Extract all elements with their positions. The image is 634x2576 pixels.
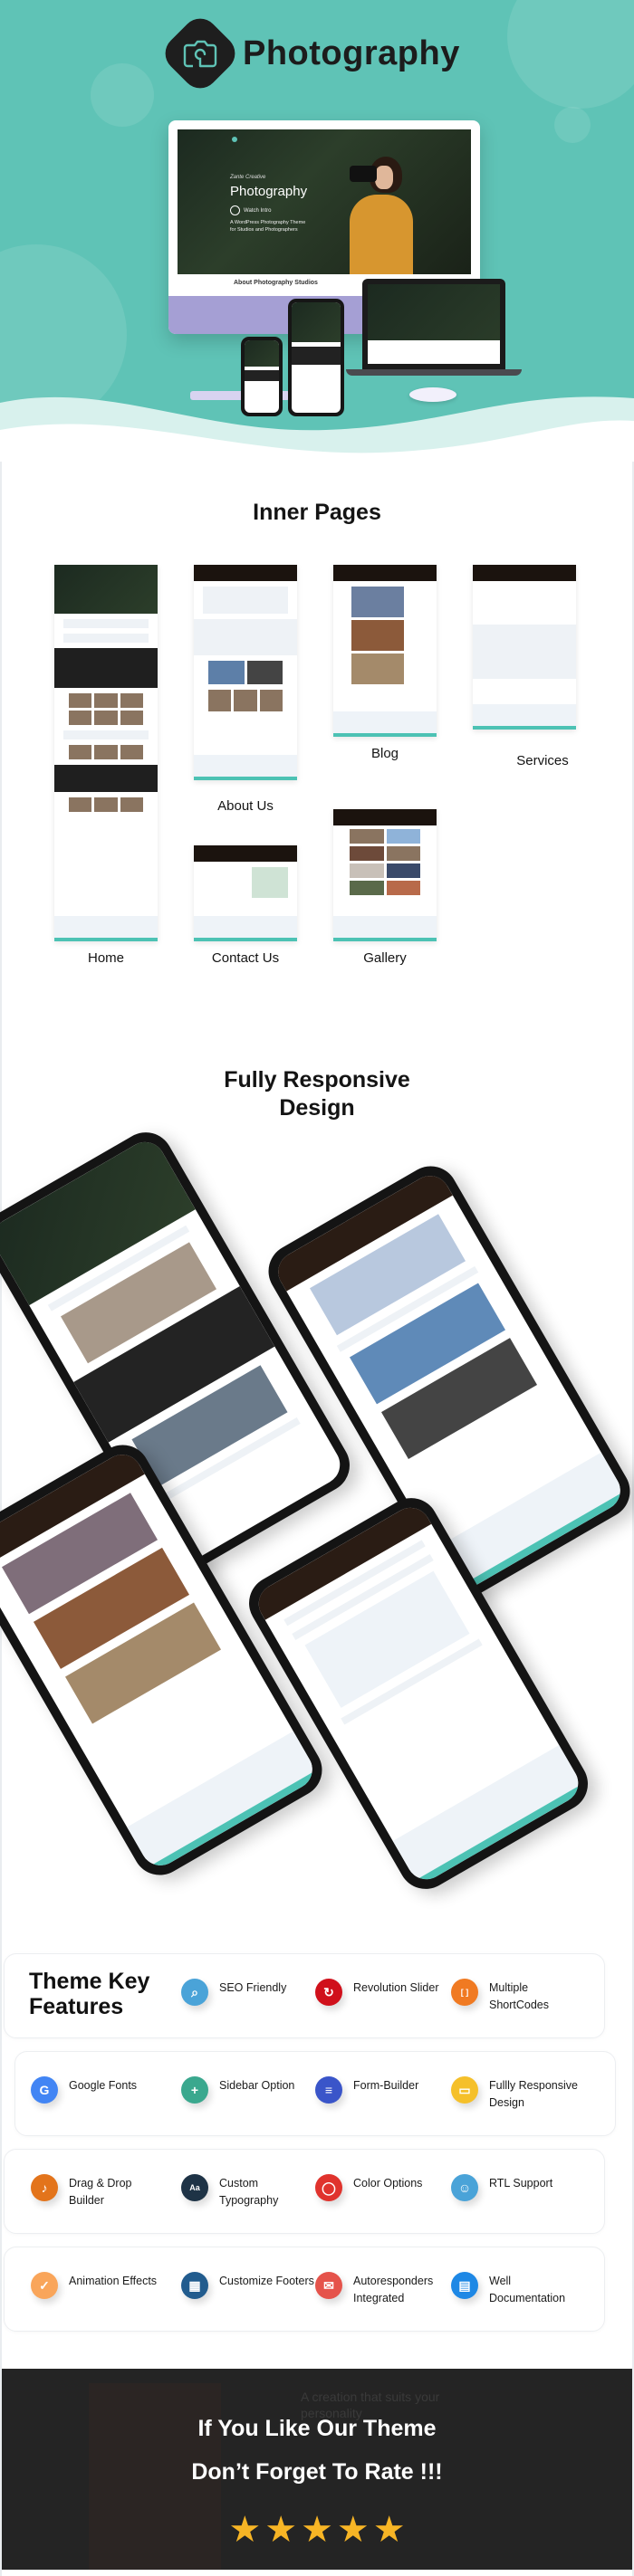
star-icon[interactable]: ★ — [373, 2512, 406, 2548]
brand-name: Photography — [243, 33, 460, 72]
feature-label: Form-Builder — [353, 2079, 419, 2092]
feature-item: ✉ Autoresponders Integrated — [315, 2272, 451, 2308]
feature-label: RTL Support — [489, 2177, 553, 2190]
feature-item: + Sidebar Option — [181, 2076, 317, 2104]
typography-icon: Aa — [181, 2174, 208, 2201]
mock-description: A WordPress Photography Theme for Studio… — [230, 220, 306, 233]
star-icon[interactable]: ★ — [337, 2512, 370, 2548]
mock-about-heading: About Photography Studios — [234, 280, 318, 286]
brand-logo: Photography — [158, 11, 460, 96]
label-services: Services — [516, 753, 569, 768]
thumb-home[interactable] — [54, 565, 158, 941]
feature-label: Well Documentation — [489, 2275, 566, 2305]
responsive-title-line1: Fully Responsive — [224, 1067, 410, 1092]
label-home: Home — [87, 950, 124, 966]
form-builder-icon: ≡ — [315, 2076, 342, 2104]
laptop-mockup — [362, 279, 505, 369]
star-rating[interactable]: ★ ★ ★ ★ ★ — [2, 2512, 632, 2548]
decor-bubble — [554, 107, 591, 143]
feature-label: Multiple ShortCodes — [489, 1981, 550, 2012]
shortcodes-icon: [ ] — [451, 1979, 478, 2006]
feature-item: ≡ Form-Builder — [315, 2076, 451, 2104]
mock-kicker: Zante Creative — [230, 175, 266, 180]
thumb-services[interactable] — [473, 565, 576, 730]
feature-label: Revolution Slider — [353, 1981, 439, 1994]
feature-item: ⌕ SEO Friendly — [181, 1979, 317, 2006]
feature-item: Aa Custom Typography — [181, 2174, 317, 2210]
star-icon[interactable]: ★ — [264, 2512, 297, 2548]
color-wheel-icon: ◯ — [315, 2174, 342, 2201]
camera-logo-icon — [158, 11, 243, 96]
autoresponder-icon: ✉ — [315, 2272, 342, 2299]
feature-item: ◯ Color Options — [315, 2174, 451, 2201]
google-fonts-icon: G — [31, 2076, 58, 2104]
inner-pages-title: Inner Pages — [253, 500, 381, 525]
feature-item: G Google Fonts — [31, 2076, 167, 2104]
responsive-title: Fully Responsive Design — [0, 1066, 634, 1123]
feature-label: Fullly Responsive Design — [489, 2079, 578, 2110]
documentation-icon: ▤ — [451, 2272, 478, 2299]
decor-bubble — [91, 63, 154, 127]
responsive-devices-icon: ▭ — [451, 2076, 478, 2104]
feature-label: Google Fonts — [69, 2079, 138, 2092]
laptop-base — [346, 369, 522, 376]
revolution-slider-icon: ↻ — [315, 1979, 342, 2006]
feature-item: ▭ Fullly Responsive Design — [451, 2076, 587, 2113]
hero-banner: Photography Zante Creative Photography W… — [0, 0, 634, 462]
animation-icon: ✓ — [31, 2272, 58, 2299]
rate-banner: A creation that suits your personality I… — [2, 2369, 632, 2570]
mock-play-label: Watch Intro — [244, 207, 272, 214]
feature-label: Customize Footers — [219, 2275, 314, 2287]
mock-logo-icon — [232, 137, 237, 142]
feature-label: Sidebar Option — [219, 2079, 295, 2092]
drag-drop-icon: ♪ — [31, 2174, 58, 2201]
sidebar-icon: + — [181, 2076, 208, 2104]
feature-item: ☺ RTL Support — [451, 2174, 587, 2201]
responsive-title-line2: Design — [279, 1095, 355, 1121]
features-heading: Theme Key Features — [29, 1969, 150, 2019]
feature-item: [ ] Multiple ShortCodes — [451, 1979, 587, 2015]
footer-grid-icon: ▦ — [181, 2272, 208, 2299]
features-heading-line1: Theme Key — [29, 1969, 150, 1994]
features-heading-line2: Features — [29, 1993, 124, 2019]
play-icon — [230, 205, 240, 215]
star-icon[interactable]: ★ — [228, 2512, 261, 2548]
support-agent-icon: ☺ — [451, 2174, 478, 2201]
monitor-screen: Zante Creative Photography Watch Intro A… — [178, 129, 471, 274]
mock-title: Photography — [230, 184, 308, 199]
laptop-screen — [368, 284, 500, 364]
photographer-image — [322, 148, 422, 274]
feature-label: SEO Friendly — [219, 1981, 287, 1994]
rate-line-1: If You Like Our Theme — [197, 2416, 437, 2441]
decor-bubble — [507, 0, 634, 109]
feature-label: Custom Typography — [219, 2177, 279, 2208]
rate-line-2: Don’t Forget To Rate !!! — [191, 2459, 443, 2485]
feature-item: ▤ Well Documentation — [451, 2272, 587, 2308]
feature-item: ▦ Customize Footers — [181, 2272, 317, 2299]
label-gallery: Gallery — [363, 950, 407, 966]
star-icon[interactable]: ★ — [301, 2512, 333, 2548]
feature-item: ✓ Animation Effects — [31, 2272, 167, 2299]
feature-label: Drag & Drop Builder — [69, 2177, 132, 2208]
label-contact-us: Contact Us — [211, 950, 280, 966]
feature-label: Autoresponders Integrated — [353, 2275, 434, 2305]
label-about-us: About Us — [217, 798, 274, 814]
label-blog: Blog — [370, 746, 399, 761]
feature-item: ♪ Drag & Drop Builder — [31, 2174, 167, 2210]
thumb-contact-us[interactable] — [194, 845, 297, 941]
thumb-about-us[interactable] — [194, 565, 297, 780]
feature-item: ↻ Revolution Slider — [315, 1979, 451, 2006]
seo-magnifier-icon: ⌕ — [181, 1979, 208, 2006]
feature-label: Color Options — [353, 2177, 423, 2190]
feature-label: Animation Effects — [69, 2275, 158, 2287]
thumb-blog[interactable] — [333, 565, 437, 737]
thumb-gallery[interactable] — [333, 809, 437, 941]
mock-nav — [232, 137, 237, 142]
mock-play-link: Watch Intro — [230, 205, 271, 215]
hero-wave-divider — [0, 396, 634, 462]
